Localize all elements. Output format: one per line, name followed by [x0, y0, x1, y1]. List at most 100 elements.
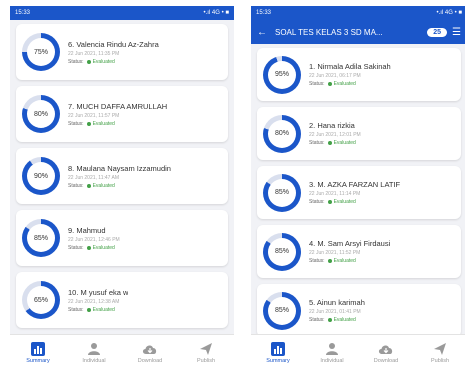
score-percent: 90%	[27, 162, 55, 190]
score-ring: 80%	[263, 114, 301, 153]
student-card[interactable]: 80% 2. Hana rizkia 22 Jun 2021, 12:01 PM St…	[257, 107, 461, 160]
status-bar: 15:33 •.ıl 4G • ■	[10, 6, 234, 20]
score-ring: 85%	[263, 232, 301, 271]
status-line: Status: Evaluated	[309, 317, 365, 323]
status-line: Status: Evaluated	[68, 307, 128, 313]
status-dot-icon	[86, 245, 91, 250]
score-ring: 85%	[22, 219, 60, 257]
nav-summary[interactable]: Summary	[10, 335, 66, 370]
nav-label: Publish	[430, 357, 450, 364]
student-card[interactable]: 90% 8. Maulana Naysam Izzamudin 22 Jun 202…	[16, 148, 228, 204]
cloud-download-icon	[142, 342, 158, 356]
submission-date: 22 Jun 2021, 11:14 PM	[309, 191, 361, 197]
student-name: 2. Hana rizkia	[309, 121, 355, 130]
status-value: Evaluated	[333, 140, 356, 146]
student-list: 75% 6. Valencia Rindu Az-Zahra 22 Jun 2021…	[10, 20, 234, 328]
score-ring: 85%	[263, 291, 301, 330]
nav-summary[interactable]: Summary	[251, 335, 305, 370]
score-ring: 85%	[263, 173, 301, 212]
score-percent: 65%	[27, 286, 55, 314]
score-ring: 80%	[22, 95, 60, 133]
submission-date: 22 Jun 2021, 12:46 PM	[68, 236, 120, 243]
score-ring: 95%	[263, 55, 301, 94]
submission-date: 22 Jun 2021, 11:52 PM	[309, 250, 361, 256]
nav-label: Download	[373, 357, 399, 364]
student-card[interactable]: 75% 6. Valencia Rindu Az-Zahra 22 Jun 2021…	[16, 24, 228, 80]
status-dot-icon	[86, 121, 91, 126]
student-info: 6. Valencia Rindu Az-Zahra 22 Jun 2021, 1…	[68, 40, 159, 65]
student-name: 1. Nirmala Adila Sakinah	[309, 62, 391, 71]
status-line: Status: Evaluated	[68, 183, 171, 189]
student-info: 3. M. AZKA FARZAN LATIF 22 Jun 2021, 11:1…	[309, 180, 400, 205]
status-value: Evaluated	[333, 258, 356, 264]
nav-publish[interactable]: Publish	[178, 335, 234, 370]
status-line: Status: Evaluated	[309, 140, 361, 146]
status-line: Status: Evaluated	[68, 59, 159, 65]
student-card[interactable]: 85% 3. M. AZKA FARZAN LATIF 22 Jun 2021, 1…	[257, 166, 461, 219]
score-percent: 85%	[27, 224, 55, 252]
nav-download[interactable]: Download	[122, 335, 178, 370]
score-percent: 85%	[268, 237, 296, 266]
student-card[interactable]: 85% 4. M. Sam Arsyi Firdausi 22 Jun 2021, …	[257, 225, 461, 278]
score-percent: 80%	[268, 119, 296, 148]
bar-chart-icon	[270, 341, 286, 356]
nav-label: Individual	[320, 357, 344, 364]
status-dot-icon	[327, 318, 332, 322]
student-card[interactable]: 85% 5. Ainun karimah 22 Jun 2021, 01:41 PM…	[257, 284, 461, 337]
person-icon	[86, 342, 102, 356]
submission-date: 22 Jun 2021, 06:17 PM	[309, 73, 361, 79]
status-dot-icon	[327, 200, 332, 204]
student-name: 7. MUCH DAFFA AMRULLAH	[68, 101, 168, 111]
student-card[interactable]: 95% 1. Nirmala Adila Sakinah 22 Jun 2021, …	[257, 48, 461, 101]
status-label: Status:	[309, 81, 325, 87]
status-line: Status: Evaluated	[309, 199, 400, 205]
score-ring: 75%	[22, 33, 60, 71]
score-percent: 80%	[27, 100, 55, 128]
nav-individual[interactable]: Individual	[66, 335, 122, 370]
status-time: 15:33	[15, 10, 31, 16]
status-dot-icon	[327, 259, 332, 263]
student-info: 8. Maulana Naysam Izzamudin 22 Jun 2021, …	[68, 164, 171, 189]
page-title: SOAL TES KELAS 3 SD MA...	[275, 27, 383, 37]
student-name: 3. M. AZKA FARZAN LATIF	[309, 180, 401, 189]
status-value: Evaluated	[92, 306, 115, 313]
student-card[interactable]: 65% 10. M yusuf eka w 22 Jun 2021, 12:38 A…	[16, 272, 228, 328]
nav-publish[interactable]: Publish	[413, 335, 465, 370]
summary-screen-right: 15:33 •.ıl 4G • ■ ← SOAL TES KELAS 3 SD …	[251, 6, 465, 370]
nav-download[interactable]: Download	[359, 335, 413, 370]
score-ring: 65%	[22, 281, 60, 319]
student-info: 2. Hana rizkia 22 Jun 2021, 12:01 PM Statu…	[309, 121, 361, 146]
status-value: Evaluated	[92, 58, 115, 65]
student-card[interactable]: 85% 9. Mahmud 22 Jun 2021, 12:46 PM Status:…	[16, 210, 228, 266]
status-line: Status: Evaluated	[309, 258, 390, 264]
submission-date: 22 Jun 2021, 11:57 PM	[68, 112, 120, 119]
student-name: 10. M yusuf eka w	[68, 287, 129, 297]
student-info: 7. MUCH DAFFA AMRULLAH 22 Jun 2021, 11:57…	[68, 102, 167, 127]
student-info: 4. M. Sam Arsyi Firdausi 22 Jun 2021, 11:…	[309, 239, 390, 264]
filter-menu-icon[interactable]: ☰	[452, 27, 461, 38]
status-label: Status:	[309, 258, 325, 264]
send-icon	[432, 342, 448, 356]
status-value: Evaluated	[92, 244, 115, 251]
student-name: 9. Mahmud	[68, 225, 106, 235]
status-dot-icon	[86, 307, 91, 312]
status-value: Evaluated	[92, 120, 115, 127]
back-arrow-icon[interactable]: ←	[257, 27, 275, 38]
student-card[interactable]: 80% 7. MUCH DAFFA AMRULLAH 22 Jun 2021, 11…	[16, 86, 228, 142]
nav-label: Summary	[266, 357, 290, 364]
status-label: Status:	[68, 244, 84, 251]
status-label: Status:	[68, 182, 84, 189]
student-info: 5. Ainun karimah 22 Jun 2021, 01:41 PM Sta…	[309, 298, 365, 323]
score-ring: 90%	[22, 157, 60, 195]
student-name: 4. M. Sam Arsyi Firdausi	[309, 239, 391, 248]
score-percent: 85%	[268, 296, 296, 325]
summary-screen-left: 15:33 •.ıl 4G • ■ 75% 6. Valencia Rindu A…	[10, 6, 234, 370]
status-signal: •.ıl 4G • ■	[436, 10, 463, 16]
status-signal: •.ıl 4G • ■	[203, 10, 230, 16]
nav-individual[interactable]: Individual	[305, 335, 359, 370]
status-line: Status: Evaluated	[68, 121, 167, 127]
nav-label: Publish	[196, 357, 216, 364]
status-value: Evaluated	[333, 199, 356, 205]
status-label: Status:	[68, 306, 84, 313]
score-percent: 75%	[27, 38, 55, 66]
